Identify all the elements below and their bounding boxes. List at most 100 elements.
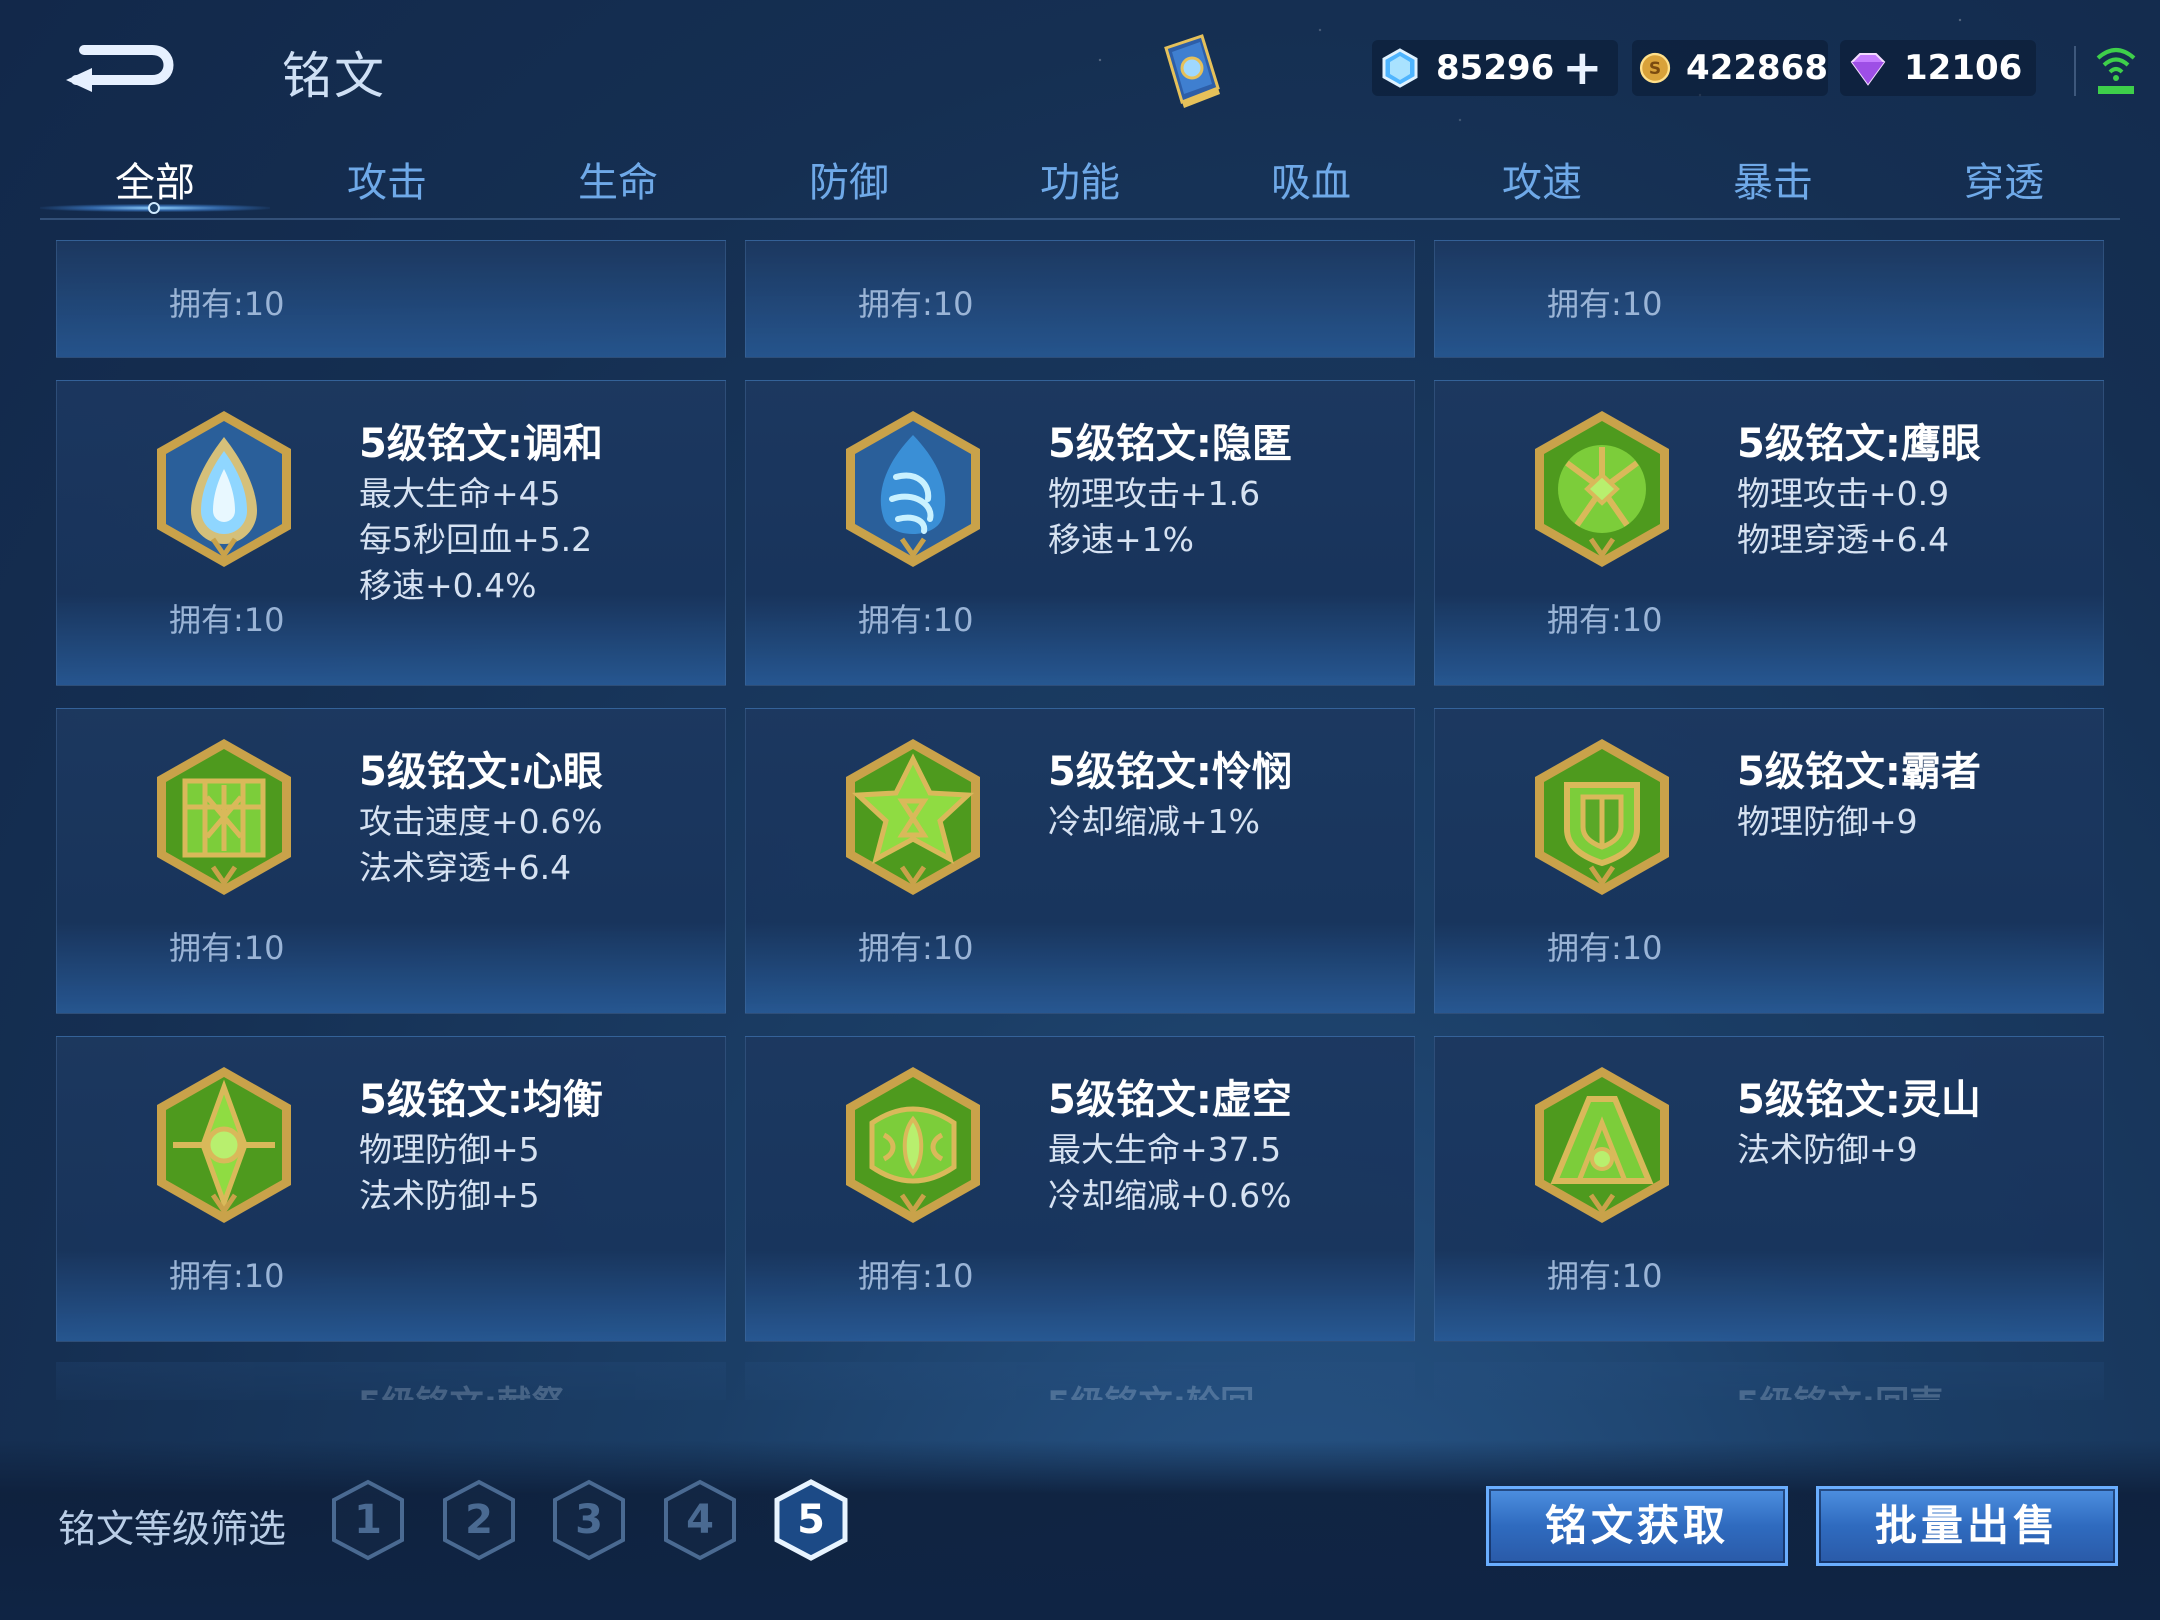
rune-name: 5级铭文:霸者 bbox=[1737, 749, 1981, 795]
tab-label: 攻速 bbox=[1502, 160, 1582, 206]
rune-name: 5级铭文:隐匿 bbox=[1048, 421, 1292, 467]
owned-count: 拥有:10 bbox=[169, 1257, 285, 1295]
rune-name: 5级铭文:虚空 bbox=[1048, 1077, 1292, 1123]
rune-name: 5级铭文:回声 bbox=[1736, 1376, 1943, 1400]
diamond-coupon-counter: 85296 + bbox=[1372, 40, 1618, 96]
diamond-coupon-amount: 85296 bbox=[1436, 48, 1555, 88]
owned-count: 拥有:10 bbox=[1547, 1257, 1663, 1295]
owned-count: 拥有:10 bbox=[169, 601, 285, 639]
header-divider bbox=[2074, 46, 2076, 96]
rune-card[interactable]: 5级铭文:隐匿 物理攻击+1.6 移速+1% 拥有:10 bbox=[745, 380, 1415, 686]
tab-health[interactable]: 生命 bbox=[503, 150, 733, 208]
green-mountain-emblem-icon bbox=[1535, 1067, 1669, 1223]
tab-label: 攻击 bbox=[347, 160, 427, 206]
page-title: 铭文 bbox=[282, 47, 386, 105]
rune-attribute: 法术防御+5 bbox=[359, 1176, 540, 1215]
tab-label: 功能 bbox=[1040, 160, 1120, 206]
owned-count: 拥有:10 bbox=[858, 285, 974, 323]
rune-name: 5级铭文:均衡 bbox=[359, 1077, 603, 1123]
rune-attribute: 移速+1% bbox=[1048, 520, 1195, 559]
tab-attack-speed[interactable]: 攻速 bbox=[1427, 150, 1657, 208]
bulk-sell-button[interactable]: 批量出售 bbox=[1816, 1486, 2118, 1566]
rune-attributes: 攻击速度+0.6% 法术穿透+6.4 bbox=[359, 799, 603, 891]
rune-acquire-button[interactable]: 铭文获取 bbox=[1486, 1486, 1788, 1566]
level-filter-5[interactable]: 5 bbox=[773, 1478, 849, 1562]
rune-card-partial[interactable]: 拥有:10 bbox=[56, 240, 726, 358]
owned-count: 拥有:10 bbox=[1547, 285, 1663, 323]
level-filter-4[interactable]: 4 bbox=[662, 1478, 738, 1562]
green-shield-emblem-icon bbox=[1535, 739, 1669, 895]
purple-gem-icon bbox=[1850, 53, 1886, 86]
level-number: 1 bbox=[354, 1497, 382, 1543]
rune-attribute: 攻击速度+0.6% bbox=[359, 802, 603, 841]
rune-attribute: 物理攻击+0.9 bbox=[1737, 474, 1950, 513]
green-star-emblem-icon bbox=[846, 739, 980, 895]
rune-grid: 拥有:10 拥有:10 拥有:10 5级铭文:调和 最大生命+45 每5秒回血+… bbox=[56, 240, 2104, 1400]
rune-attribute: 物理穿透+6.4 bbox=[1737, 520, 1950, 559]
rune-attributes: 最大生命+37.5 冷却缩减+0.6% bbox=[1048, 1127, 1292, 1219]
gold-coin-counter: S 422868 bbox=[1632, 40, 1828, 96]
level-number: 3 bbox=[575, 1497, 603, 1543]
rune-card-partial[interactable]: 拥有:10 bbox=[745, 240, 1415, 358]
rune-attribute: 冷却缩减+0.6% bbox=[1048, 1176, 1292, 1215]
rune-card[interactable]: 5级铭文:霸者 物理防御+9 拥有:10 bbox=[1434, 708, 2104, 1014]
owned-count: 拥有:10 bbox=[858, 929, 974, 967]
tab-label: 吸血 bbox=[1271, 160, 1351, 206]
rune-name: 5级铭文:轮回 bbox=[1047, 1376, 1254, 1400]
level-filter-3[interactable]: 3 bbox=[551, 1478, 627, 1562]
tab-defense[interactable]: 防御 bbox=[734, 150, 964, 208]
rune-card[interactable]: 5级铭文:调和 最大生命+45 每5秒回血+5.2 移速+0.4% 拥有:10 bbox=[56, 380, 726, 686]
level-filter-2[interactable]: 2 bbox=[441, 1478, 517, 1562]
tab-label: 生命 bbox=[578, 160, 658, 206]
rune-attributes: 法术防御+9 bbox=[1737, 1127, 1918, 1173]
rune-card[interactable]: 5级铭文:鹰眼 物理攻击+0.9 物理穿透+6.4 拥有:10 bbox=[1434, 380, 2104, 686]
gem-amount: 12106 bbox=[1904, 48, 2023, 88]
level-number: 4 bbox=[686, 1497, 714, 1543]
rune-attribute: 法术防御+9 bbox=[1737, 1130, 1918, 1169]
green-void-emblem-icon bbox=[846, 1067, 980, 1223]
rune-card[interactable]: 5级铭文:虚空 最大生命+37.5 冷却缩减+0.6% 拥有:10 bbox=[745, 1036, 1415, 1342]
rune-card-partial[interactable]: 5级铭文:轮回 bbox=[745, 1362, 1415, 1400]
level-filter-1[interactable]: 1 bbox=[330, 1478, 406, 1562]
level-filter-label: 铭文等级筛选 bbox=[58, 1507, 287, 1551]
svg-text:S: S bbox=[1649, 59, 1661, 79]
rune-name: 5级铭文:鹰眼 bbox=[1737, 421, 1981, 467]
rune-attribute: 每5秒回血+5.2 bbox=[359, 520, 593, 559]
rune-card[interactable]: 5级铭文:怜悯 冷却缩减+1% 拥有:10 bbox=[745, 708, 1415, 1014]
tab-label: 暴击 bbox=[1733, 160, 1813, 206]
tab-lifesteal[interactable]: 吸血 bbox=[1196, 150, 1426, 208]
rune-attributes: 物理攻击+1.6 移速+1% bbox=[1048, 471, 1260, 563]
rune-card-partial[interactable]: 5级铭文:献祭 bbox=[56, 1362, 726, 1400]
rune-name: 5级铭文:心眼 bbox=[359, 749, 603, 795]
tab-label: 防御 bbox=[809, 160, 889, 206]
rune-attribute: 物理攻击+1.6 bbox=[1048, 474, 1261, 513]
rune-card[interactable]: 5级铭文:灵山 法术防御+9 拥有:10 bbox=[1434, 1036, 2104, 1342]
blue-teardrop-emblem-icon bbox=[157, 411, 291, 567]
rune-book-icon[interactable] bbox=[1152, 30, 1232, 110]
rune-attribute: 最大生命+45 bbox=[359, 474, 561, 513]
green-eagle-emblem-icon bbox=[1535, 411, 1669, 567]
rune-name: 5级铭文:怜悯 bbox=[1048, 749, 1292, 795]
rune-attributes: 冷却缩减+1% bbox=[1048, 799, 1260, 845]
tab-label: 全部 bbox=[115, 160, 195, 206]
tab-attack[interactable]: 攻击 bbox=[272, 150, 502, 208]
rune-card-partial[interactable]: 拥有:10 bbox=[1434, 240, 2104, 358]
recharge-plus-button[interactable]: + bbox=[1562, 44, 1602, 92]
rune-card[interactable]: 5级铭文:均衡 物理防御+5 法术防御+5 拥有:10 bbox=[56, 1036, 726, 1342]
tab-penetration[interactable]: 穿透 bbox=[1889, 150, 2119, 208]
tab-all[interactable]: 全部 bbox=[40, 150, 270, 214]
rune-card-partial[interactable]: 5级铭文:回声 bbox=[1434, 1362, 2104, 1400]
tab-function[interactable]: 功能 bbox=[965, 150, 1195, 208]
diamond-coupon-icon bbox=[1382, 48, 1418, 88]
rune-card[interactable]: 5级铭文:心眼 攻击速度+0.6% 法术穿透+6.4 拥有:10 bbox=[56, 708, 726, 1014]
active-tab-dot bbox=[148, 202, 160, 214]
owned-count: 拥有:10 bbox=[1547, 929, 1663, 967]
tab-label: 穿透 bbox=[1964, 160, 2044, 206]
level-number: 5 bbox=[797, 1497, 825, 1543]
owned-count: 拥有:10 bbox=[858, 601, 974, 639]
rune-attributes: 物理攻击+0.9 物理穿透+6.4 bbox=[1737, 471, 1949, 563]
back-button[interactable] bbox=[62, 34, 182, 94]
tab-critical[interactable]: 暴击 bbox=[1658, 150, 1888, 208]
owned-count: 拥有:10 bbox=[1547, 601, 1663, 639]
top-bar: 铭文 85296 + S 422868 12106 bbox=[0, 0, 2160, 140]
